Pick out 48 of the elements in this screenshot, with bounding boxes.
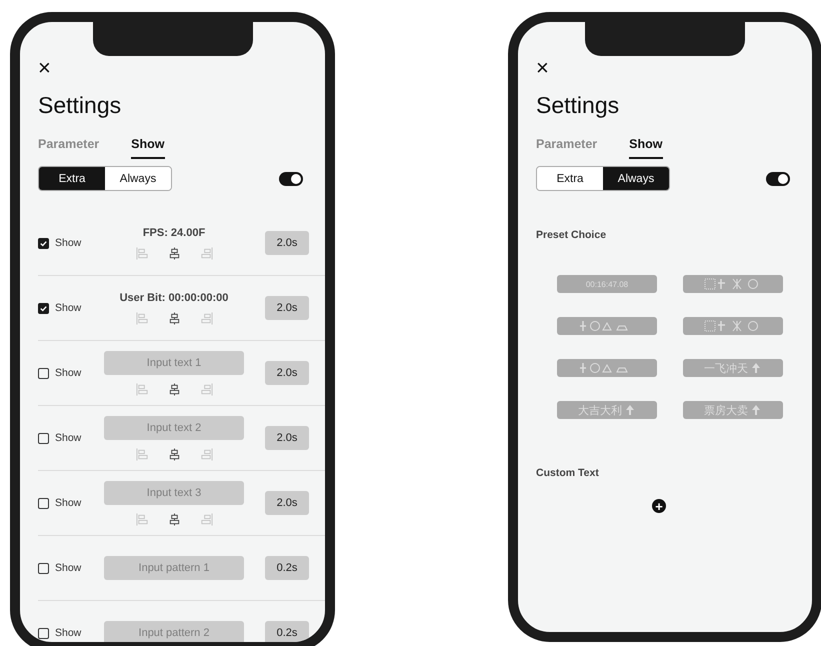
checkbox[interactable] <box>38 432 49 444</box>
checkbox[interactable] <box>38 368 49 378</box>
input-field[interactable]: Input text 3 <box>104 480 244 504</box>
segment-option[interactable]: Always <box>105 167 171 190</box>
duration-button[interactable]: 2.0s <box>265 231 309 255</box>
align-center-icon[interactable] <box>168 246 180 260</box>
align-center-icon[interactable] <box>168 512 180 526</box>
input-field[interactable]: Input text 1 <box>104 350 244 374</box>
segment-option[interactable]: Extra <box>537 167 603 190</box>
duration-button[interactable]: 2.0s <box>265 361 309 385</box>
close-button[interactable]: × <box>38 58 54 78</box>
checkbox-label: Show <box>55 497 82 509</box>
checkbox-label: Show <box>55 237 82 249</box>
duration-button[interactable]: 0.2s <box>265 621 309 642</box>
toggle-switch[interactable] <box>766 172 790 186</box>
close-button[interactable]: × <box>536 58 552 78</box>
toggle-switch[interactable] <box>279 172 303 186</box>
align-center-icon[interactable] <box>168 448 180 460</box>
checkbox-label: Show <box>55 627 82 639</box>
align-center-icon[interactable] <box>168 312 180 324</box>
duration-button[interactable]: 2.0s <box>265 491 309 515</box>
duration-button[interactable]: 2.0s <box>265 426 309 450</box>
segment-option[interactable]: Extra <box>39 167 105 190</box>
info-text: User Bit: 00:00:00:00 <box>120 292 228 304</box>
checkbox[interactable] <box>38 562 49 574</box>
page-title: Settings <box>38 92 122 119</box>
info-text: FPS: 24.00F <box>142 226 206 238</box>
input-field[interactable]: Input pattern 2 <box>104 621 244 642</box>
align-center-icon[interactable] <box>168 382 180 396</box>
checkbox-label: Show <box>55 367 82 379</box>
input-field[interactable]: Input pattern 1 <box>104 556 244 580</box>
checkbox[interactable] <box>38 498 49 508</box>
checkbox-label: Show <box>55 302 82 314</box>
add-button[interactable]: + <box>652 499 666 513</box>
duration-button[interactable]: 2.0s <box>265 296 309 320</box>
page-title: Settings <box>536 92 620 119</box>
duration-button[interactable]: 0.2s <box>265 556 309 580</box>
segment-option[interactable]: Always <box>603 167 669 190</box>
checkbox-label: Show <box>55 562 82 574</box>
input-field[interactable]: Input text 2 <box>104 416 244 440</box>
section-heading: Preset Choice <box>536 229 608 241</box>
tab[interactable]: Show <box>629 137 662 159</box>
checkbox-label: Show <box>55 432 82 444</box>
section-heading: Custom Text <box>536 467 600 479</box>
tab[interactable]: Show <box>131 137 164 159</box>
checkbox[interactable] <box>38 238 49 248</box>
checkbox[interactable] <box>38 302 49 314</box>
checkbox[interactable] <box>38 628 49 638</box>
